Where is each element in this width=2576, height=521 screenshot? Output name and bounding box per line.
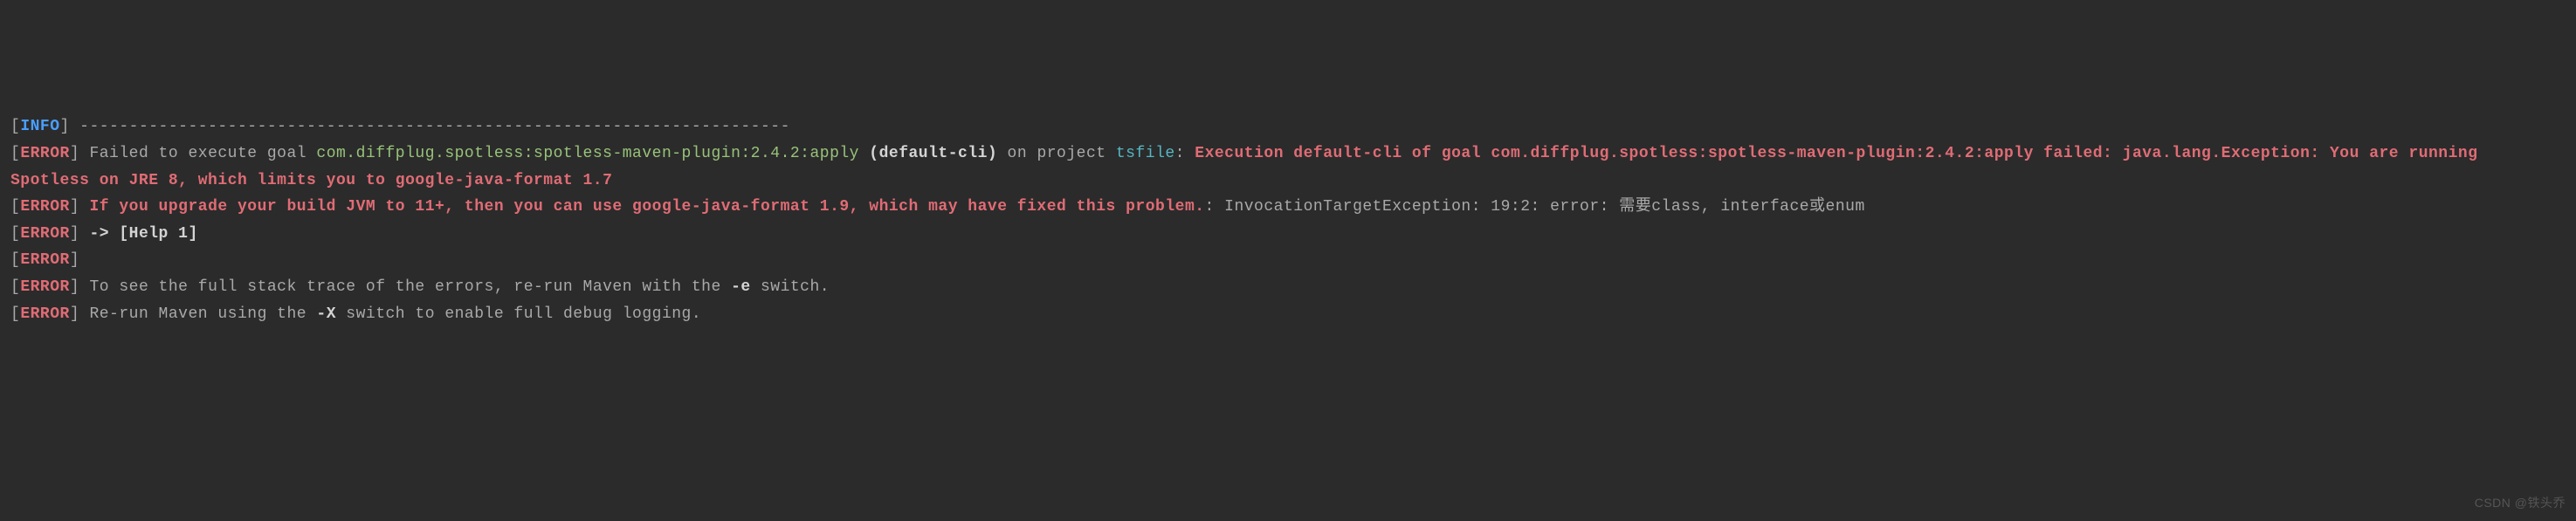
watermark: CSDN @铁头乔: [2475, 493, 2566, 514]
error-tag: ERROR: [20, 251, 70, 269]
bracket-close: ]: [60, 118, 70, 135]
error-tag: ERROR: [20, 278, 70, 296]
stacktrace-suffix: switch.: [751, 278, 830, 296]
help-link: -> [Help 1]: [79, 225, 198, 243]
on-project-text: on project: [997, 145, 1116, 162]
bracket-close: ]: [70, 278, 79, 296]
bracket-open: [: [10, 145, 20, 162]
default-cli: (default-cli): [859, 145, 997, 162]
error-tag: ERROR: [20, 305, 70, 323]
rerun-suffix: switch to enable full debug logging.: [336, 305, 701, 323]
log-line-info-separator: [INFO] ---------------------------------…: [10, 113, 2566, 141]
colon: :: [1175, 145, 1195, 162]
error-tag: ERROR: [20, 145, 70, 162]
log-line-error-goal: [ERROR] Failed to execute goal com.diffp…: [10, 141, 2566, 194]
bracket-open: [: [10, 225, 20, 243]
error-prefix: Failed to execute goal: [79, 145, 316, 162]
log-line-error-upgrade: [ERROR] If you upgrade your build JVM to…: [10, 194, 2566, 221]
bracket-open: [: [10, 305, 20, 323]
project-name: tsfile: [1116, 145, 1175, 162]
separator-text: ----------------------------------------…: [70, 118, 790, 135]
error-tag: ERROR: [20, 225, 70, 243]
stacktrace-text: To see the full stack trace of the error…: [79, 278, 731, 296]
bracket-open: [: [10, 118, 20, 135]
bracket-close: ]: [70, 145, 79, 162]
info-tag: INFO: [20, 118, 59, 135]
log-line-error-stacktrace: [ERROR] To see the full stack trace of t…: [10, 274, 2566, 301]
log-line-error-debug: [ERROR] Re-run Maven using the -X switch…: [10, 301, 2566, 328]
log-line-error-help: [ERROR] -> [Help 1]: [10, 221, 2566, 248]
bracket-close: ]: [70, 251, 79, 269]
error-suffix: : InvocationTargetException: 19:2: error…: [1205, 198, 1865, 216]
error-message-upgrade: If you upgrade your build JVM to 11+, th…: [79, 198, 1204, 216]
bracket-open: [: [10, 198, 20, 216]
log-line-error-empty: [ERROR]: [10, 247, 2566, 274]
bracket-close: ]: [70, 225, 79, 243]
bracket-open: [: [10, 278, 20, 296]
plugin-name: com.diffplug.spotless:spotless-maven-plu…: [316, 145, 859, 162]
bracket-close: ]: [70, 305, 79, 323]
rerun-text: Re-run Maven using the: [79, 305, 316, 323]
bracket-close: ]: [70, 198, 79, 216]
switch-x: -X: [316, 305, 336, 323]
error-tag: ERROR: [20, 198, 70, 216]
switch-e: -e: [731, 278, 751, 296]
bracket-open: [: [10, 251, 20, 269]
